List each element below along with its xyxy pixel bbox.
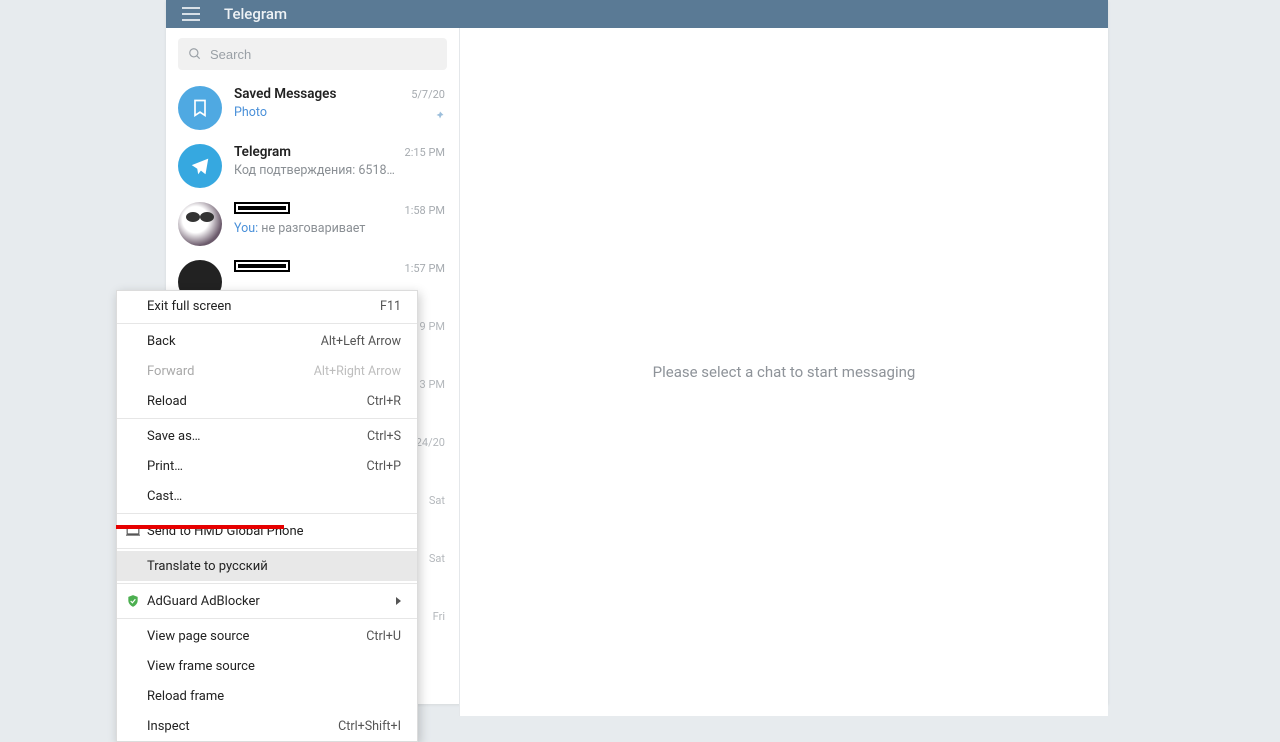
empty-placeholder: Please select a chat to start messaging bbox=[653, 363, 916, 381]
context-menu-item: ForwardAlt+Right Arrow bbox=[117, 356, 417, 386]
chat-time: 3 PM bbox=[420, 378, 445, 391]
chat-list-item[interactable]: TelegramКод подтверждения: 6518…2:15 PM bbox=[166, 136, 459, 194]
chat-time: Fri bbox=[433, 610, 445, 623]
context-menu-item[interactable]: Translate to русский bbox=[117, 551, 417, 581]
menu-item-label: Back bbox=[147, 334, 321, 349]
chat-avatar bbox=[178, 86, 222, 130]
menu-item-shortcut: F11 bbox=[380, 299, 401, 314]
menu-item-shortcut: Ctrl+P bbox=[367, 459, 401, 474]
context-menu-item[interactable]: ReloadCtrl+R bbox=[117, 386, 417, 416]
chat-list-item[interactable]: You: не разговаривает 1:58 PM bbox=[166, 194, 459, 252]
menu-item-label: Exit full screen bbox=[147, 299, 380, 314]
menu-item-label: Inspect bbox=[147, 719, 338, 734]
menu-item-label: Print… bbox=[147, 459, 367, 474]
menu-item-shortcut: Ctrl+U bbox=[366, 629, 401, 644]
search-wrap bbox=[166, 28, 459, 78]
context-menu-item[interactable]: Reload frame bbox=[117, 681, 417, 711]
context-menu-item[interactable]: BackAlt+Left Arrow bbox=[117, 326, 417, 356]
chat-preview: You: не разговаривает bbox=[234, 221, 447, 236]
search-input[interactable] bbox=[210, 47, 437, 62]
context-menu-item[interactable]: AdGuard AdBlocker bbox=[117, 586, 417, 616]
menu-item-label: Reload frame bbox=[147, 689, 401, 704]
search-icon bbox=[188, 47, 202, 61]
chat-title-redacted bbox=[234, 260, 290, 272]
menu-item-shortcut: Ctrl+Shift+I bbox=[338, 719, 401, 734]
pin-icon bbox=[433, 107, 445, 126]
submenu-caret-icon bbox=[396, 597, 401, 605]
chat-time: 1:58 PM bbox=[405, 204, 445, 217]
chat-time: 9 PM bbox=[420, 320, 445, 333]
chat-time: 2:15 PM bbox=[405, 146, 445, 159]
menu-separator bbox=[117, 618, 417, 619]
chat-title-redacted bbox=[234, 202, 290, 214]
chat-time: Sat bbox=[429, 552, 445, 565]
context-menu-item[interactable]: Save as…Ctrl+S bbox=[117, 421, 417, 451]
chat-list-item[interactable]: Saved MessagesPhoto5/7/20 bbox=[166, 78, 459, 136]
menu-item-label: Save as… bbox=[147, 429, 367, 444]
menu-item-shortcut: Alt+Left Arrow bbox=[321, 334, 401, 349]
chat-preview: Код подтверждения: 6518… bbox=[234, 163, 447, 178]
menu-item-label: Reload bbox=[147, 394, 367, 409]
context-menu-item[interactable]: Print…Ctrl+P bbox=[117, 451, 417, 481]
app-title: Telegram bbox=[224, 5, 287, 23]
menu-separator bbox=[117, 323, 417, 324]
context-menu-item[interactable]: View frame source bbox=[117, 651, 417, 681]
menu-separator bbox=[117, 548, 417, 549]
context-menu-item[interactable]: Exit full screenF11 bbox=[117, 291, 417, 321]
menu-item-label: Forward bbox=[147, 364, 314, 379]
annotation-red-underline bbox=[116, 525, 284, 529]
menu-item-shortcut: Ctrl+R bbox=[367, 394, 401, 409]
menu-item-label: View page source bbox=[147, 629, 366, 644]
chat-avatar bbox=[178, 202, 222, 246]
adguard-icon bbox=[125, 593, 141, 609]
menu-item-label: Translate to русский bbox=[147, 559, 401, 574]
menu-item-label: View frame source bbox=[147, 659, 401, 674]
menu-item-shortcut: Ctrl+S bbox=[367, 429, 401, 444]
search-field[interactable] bbox=[178, 38, 447, 70]
main-area: Please select a chat to start messaging bbox=[460, 28, 1108, 716]
chat-time: 24/20 bbox=[416, 436, 445, 449]
preview-you-prefix: You: bbox=[234, 221, 261, 236]
context-menu-item[interactable]: Cast… bbox=[117, 481, 417, 511]
app-header: Telegram bbox=[166, 0, 1108, 28]
menu-item-label: AdGuard AdBlocker bbox=[147, 594, 390, 609]
menu-separator bbox=[117, 513, 417, 514]
menu-item-label: Cast… bbox=[147, 489, 401, 504]
hamburger-menu-icon[interactable] bbox=[178, 0, 206, 28]
context-menu-item[interactable]: View page sourceCtrl+U bbox=[117, 621, 417, 651]
chat-preview: Photo bbox=[234, 105, 447, 120]
context-menu-item[interactable]: Send to HMD Global Phone bbox=[117, 516, 417, 546]
menu-separator bbox=[117, 583, 417, 584]
menu-separator bbox=[117, 418, 417, 419]
chat-avatar bbox=[178, 144, 222, 188]
context-menu-item[interactable]: InspectCtrl+Shift+I bbox=[117, 711, 417, 741]
chat-time: 5/7/20 bbox=[411, 88, 445, 101]
browser-context-menu: Exit full screenF11BackAlt+Left ArrowFor… bbox=[116, 290, 418, 742]
chat-time: 1:57 PM bbox=[405, 262, 445, 275]
menu-item-shortcut: Alt+Right Arrow bbox=[314, 364, 401, 379]
chat-time: Sat bbox=[429, 494, 445, 507]
